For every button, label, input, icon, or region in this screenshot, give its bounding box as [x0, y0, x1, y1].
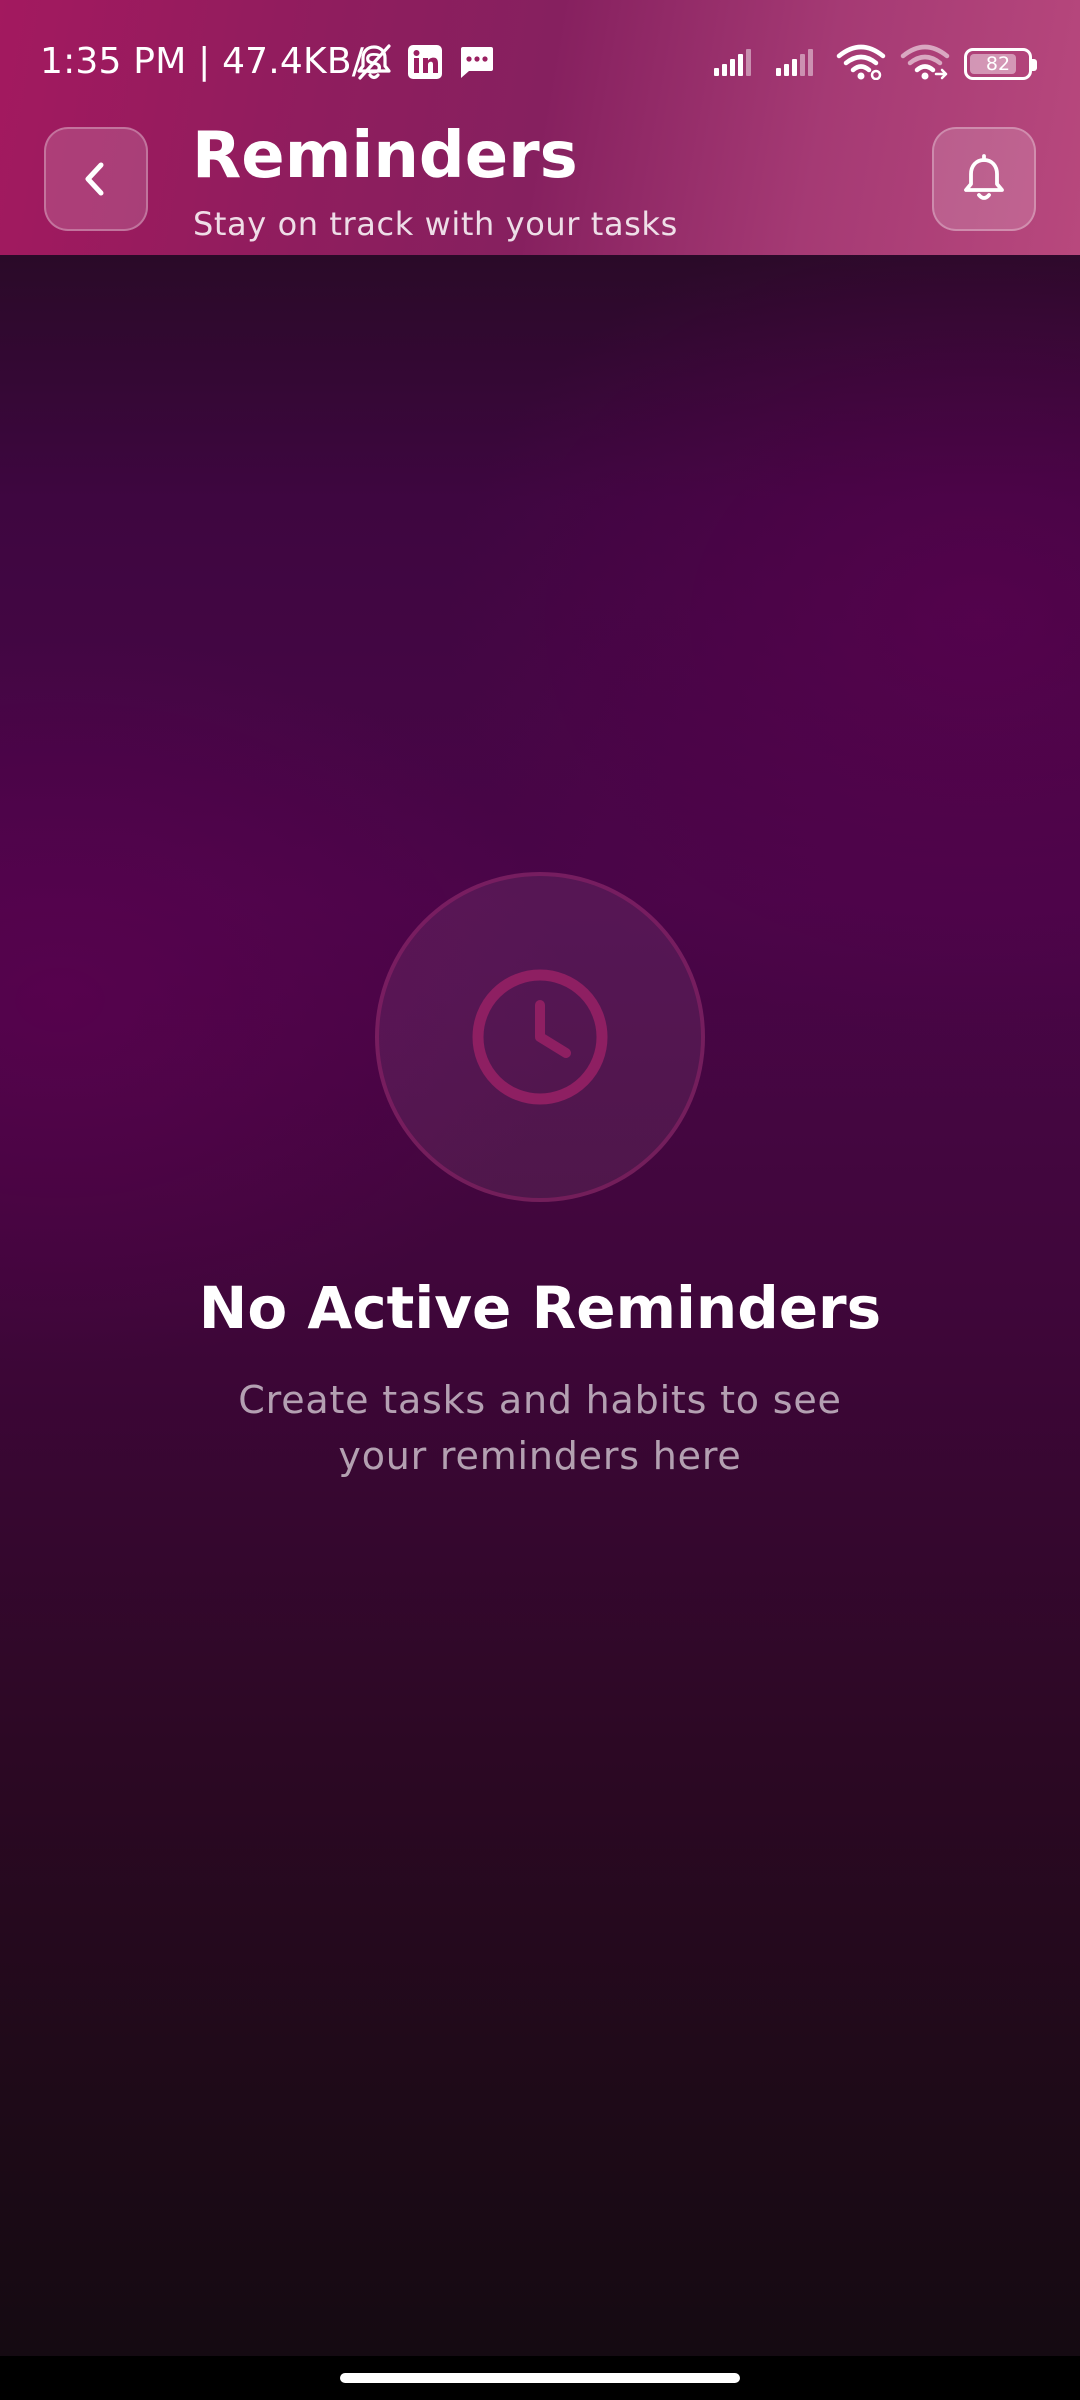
- battery-level: 82: [985, 53, 1011, 75]
- notifications-button[interactable]: [932, 127, 1036, 231]
- reminders-screen: 1:35 PM | 47.4KB/s 82 Reminders Stay on …: [0, 0, 1080, 2400]
- system-navigation-bar: [0, 2356, 1080, 2400]
- status-bar: 1:35 PM | 47.4KB/s 82: [0, 0, 1080, 120]
- bell-off-icon: [355, 42, 393, 86]
- empty-state-description: Create tasks and habits to see your remi…: [238, 1378, 842, 1478]
- linkedin-icon: [407, 44, 443, 84]
- clock-icon: [472, 969, 608, 1105]
- empty-state-icon-circle: [375, 872, 705, 1202]
- signal-icon: [712, 46, 760, 82]
- chevron-left-icon: [85, 162, 104, 196]
- wifi-icon: [836, 44, 886, 84]
- battery-cap: [1032, 59, 1037, 71]
- system-icons: 82: [712, 44, 1037, 84]
- notification-icons: [355, 42, 495, 86]
- bell-icon: [964, 154, 1004, 200]
- back-button[interactable]: [44, 127, 148, 231]
- battery-icon: 82: [964, 48, 1037, 80]
- home-indicator[interactable]: [340, 2373, 740, 2383]
- status-time: 1:35 PM | 47.4KB/s: [40, 41, 384, 82]
- wifi-link-icon: [900, 44, 950, 84]
- page-subtitle: Stay on track with your tasks: [193, 205, 678, 243]
- header: 1:35 PM | 47.4KB/s 82 Reminders Stay on …: [0, 0, 1080, 255]
- empty-state-title: No Active Reminders: [198, 1274, 882, 1342]
- signal-icon: [774, 46, 822, 82]
- message-icon: [457, 44, 495, 84]
- page-title: Reminders: [192, 119, 578, 193]
